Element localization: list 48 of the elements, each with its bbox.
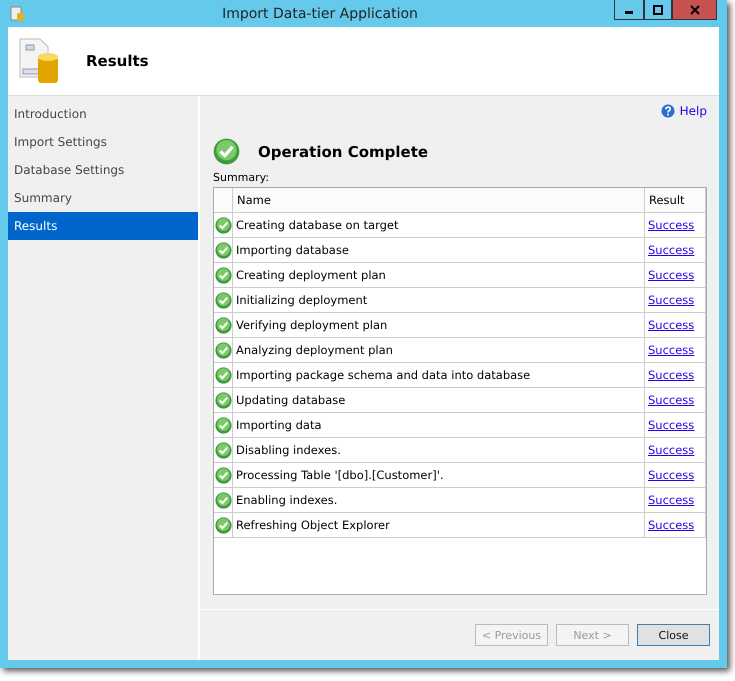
table-cell: Importing package schema and data into database — [233, 363, 645, 387]
status-title: Operation Complete — [258, 142, 428, 160]
window-title: Import Data-tier Application — [221, 6, 419, 22]
close-icon — [690, 4, 700, 14]
minimize-icon — [625, 10, 633, 14]
table-cell: Importing data — [233, 413, 645, 437]
page-title: Results — [86, 52, 149, 70]
maximize-button[interactable] — [644, 0, 672, 20]
summary-label: Summary: — [213, 171, 270, 184]
result-link[interactable]: Success — [648, 518, 694, 532]
result-link[interactable]: Success — [648, 443, 694, 457]
table-cell: Enabling indexes. — [233, 488, 645, 512]
maximize-icon — [653, 4, 663, 14]
table-header-cell: Name — [233, 188, 645, 212]
wizard-button[interactable]: Close — [637, 624, 710, 646]
result-link[interactable]: Success — [648, 268, 694, 282]
app-icon — [10, 6, 26, 22]
result-link[interactable]: Success — [648, 293, 694, 307]
result-link[interactable]: Success — [648, 368, 694, 382]
sidebar-item[interactable]: Introduction — [8, 100, 198, 128]
table-header-cell: Result — [645, 188, 706, 212]
result-link[interactable]: Success — [648, 318, 694, 332]
table-cell: Initializing deployment — [233, 288, 645, 312]
result-link[interactable]: Success — [648, 218, 694, 232]
result-link[interactable]: Success — [648, 493, 694, 507]
minimize-button[interactable] — [614, 0, 644, 20]
help-icon — [660, 104, 675, 118]
result-link[interactable]: Success — [648, 343, 694, 357]
result-link[interactable]: Success — [648, 468, 694, 482]
result-link[interactable]: Success — [648, 418, 694, 432]
success-check-icon — [213, 138, 240, 165]
result-link[interactable]: Success — [648, 393, 694, 407]
result-link[interactable]: Success — [648, 243, 694, 257]
table-cell: Disabling indexes. — [233, 438, 645, 462]
table-cell: Verifying deployment plan — [233, 313, 645, 337]
table-cell: Importing database — [233, 238, 645, 262]
help-link[interactable]: Help — [680, 104, 707, 118]
table-cell: Analyzing deployment plan — [233, 338, 645, 362]
table-cell: Creating deployment plan — [233, 263, 645, 287]
close-button[interactable] — [672, 0, 717, 20]
table-cell: Processing Table '[dbo].[Customer]'. — [233, 463, 645, 487]
sidebar-item[interactable]: Database Settings — [8, 156, 198, 184]
table-cell: Refreshing Object Explorer — [233, 513, 645, 537]
table-cell: Updating database — [233, 388, 645, 412]
sidebar-item[interactable]: Summary — [8, 184, 198, 212]
table-cell: Creating database on target — [233, 213, 645, 237]
sidebar-item[interactable]: Import Settings — [8, 128, 198, 156]
sidebar-item[interactable]: Results — [8, 212, 198, 240]
